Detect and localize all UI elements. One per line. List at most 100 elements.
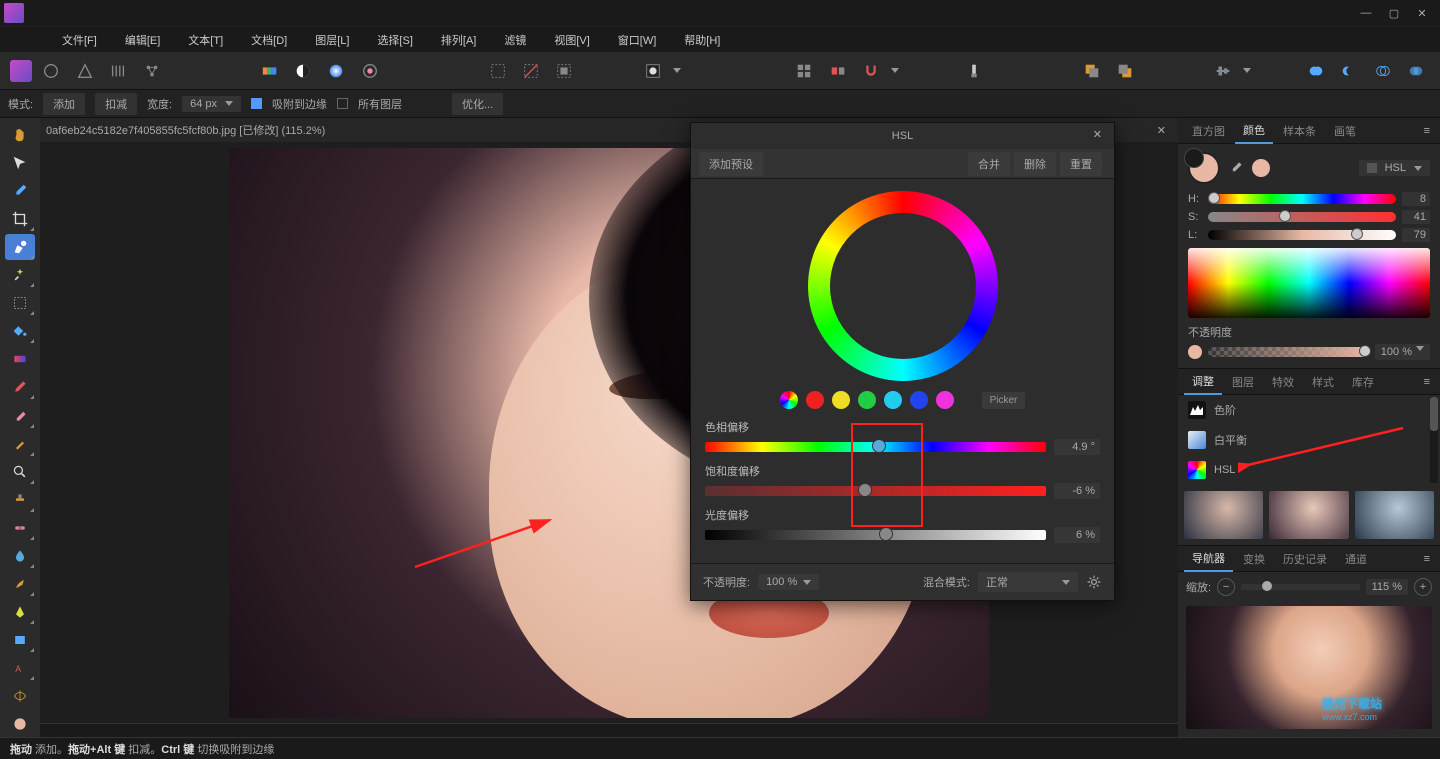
tab-样本条[interactable]: 样本条 [1275, 119, 1324, 143]
erase-tool[interactable] [5, 402, 35, 428]
blend-mode-dropdown[interactable]: 正常 [978, 572, 1078, 592]
lightness-slider[interactable]: L: 79 [1188, 228, 1430, 242]
add-preset-button[interactable]: 添加预设 [699, 152, 763, 176]
color-picker-tool[interactable] [5, 178, 35, 204]
smudge-tool[interactable] [5, 571, 35, 597]
invert-select-icon[interactable] [551, 57, 578, 85]
align-icon[interactable] [1210, 57, 1237, 85]
menu-窗口[interactable]: 窗口[W] [604, 28, 671, 52]
boolean-xor-icon[interactable] [1403, 57, 1430, 85]
zoom-out-button[interactable]: − [1217, 578, 1235, 596]
chip-all[interactable] [780, 391, 798, 409]
maximize-button[interactable]: ▢ [1380, 3, 1408, 23]
mode-sub-button[interactable]: 扣减 [95, 93, 137, 115]
menu-文档[interactable]: 文档[D] [237, 28, 301, 52]
all-layers-checkbox[interactable] [337, 98, 348, 109]
snap-icon[interactable] [858, 57, 885, 85]
dropdown-icon[interactable] [673, 68, 681, 73]
mode-add-button[interactable]: 添加 [43, 93, 85, 115]
horizontal-scrollbar[interactable] [40, 723, 1178, 737]
zoom-value[interactable]: 115 % [1366, 579, 1408, 595]
tab-样式[interactable]: 样式 [1304, 370, 1342, 394]
menu-文本[interactable]: 文本[T] [174, 28, 237, 52]
saturation-shift-slider[interactable] [705, 486, 1046, 496]
panel-menu-icon[interactable]: ≡ [1420, 125, 1434, 137]
flashlight-icon[interactable] [960, 57, 987, 85]
chip-blue[interactable] [910, 391, 928, 409]
home-icon[interactable] [10, 60, 32, 82]
document-tab[interactable]: 0af6eb24c5182e7f405855fc5fcf80b.jpg [已修改… [46, 122, 325, 138]
hue-shift-slider[interactable] [705, 442, 1046, 452]
adj-scrollbar[interactable] [1430, 397, 1438, 483]
marquee-select-icon[interactable] [484, 57, 511, 85]
quick-mask-icon[interactable] [639, 57, 666, 85]
menu-文件[interactable]: 文件[F] [48, 28, 111, 52]
tab-调整[interactable]: 调整 [1184, 369, 1222, 395]
tab-close-button[interactable]: ✕ [1151, 124, 1172, 137]
hue-slider[interactable]: H: 8 [1188, 192, 1430, 206]
dropdown-icon[interactable] [891, 68, 899, 73]
panel-menu-icon[interactable]: ≡ [1420, 553, 1434, 565]
delete-button[interactable]: 删除 [1014, 152, 1056, 176]
saturation-slider[interactable]: S: 41 [1188, 210, 1430, 224]
reset-button[interactable]: 重置 [1060, 152, 1102, 176]
swatch-tool[interactable] [5, 711, 35, 737]
adjustment-levels[interactable]: 色阶 [1178, 395, 1440, 425]
chip-yellow[interactable] [832, 391, 850, 409]
hue-shift-value[interactable]: 4.9 ° [1054, 439, 1100, 455]
soft-proof-icon[interactable] [356, 57, 383, 85]
mesh-tool[interactable] [5, 683, 35, 709]
persona-develop-icon[interactable] [71, 57, 98, 85]
picker-button[interactable]: Picker [982, 392, 1026, 409]
menu-滤镜[interactable]: 滤镜 [490, 28, 540, 52]
boolean-add-icon[interactable] [1302, 57, 1329, 85]
opacity-dropdown[interactable]: 100 % [758, 574, 819, 590]
tab-历史记录[interactable]: 历史记录 [1275, 547, 1335, 571]
rectangle-tool[interactable] [5, 627, 35, 653]
tab-特效[interactable]: 特效 [1264, 370, 1302, 394]
chip-cyan[interactable] [884, 391, 902, 409]
persona-export-icon[interactable] [138, 57, 165, 85]
color-wheel-icon[interactable] [323, 57, 350, 85]
snap-checkbox[interactable] [251, 98, 262, 109]
chip-magenta[interactable] [936, 391, 954, 409]
healing-tool[interactable] [5, 515, 35, 541]
arrange-back-icon[interactable] [1111, 57, 1138, 85]
tab-导航器[interactable]: 导航器 [1184, 546, 1233, 572]
menu-图层[interactable]: 图层[L] [301, 28, 363, 52]
menu-排列[interactable]: 排列[A] [427, 28, 490, 52]
crop-tool[interactable] [5, 206, 35, 232]
tab-画笔[interactable]: 画笔 [1326, 119, 1364, 143]
lightness-shift-value[interactable]: 6 % [1054, 527, 1100, 543]
tab-直方图[interactable]: 直方图 [1184, 119, 1233, 143]
persona-liquify-icon[interactable] [38, 57, 65, 85]
mixer-brush-tool[interactable] [5, 431, 35, 457]
hsl-wheel[interactable] [808, 191, 998, 381]
tab-图层[interactable]: 图层 [1224, 370, 1262, 394]
color-mode-dropdown[interactable]: HSL [1359, 160, 1430, 176]
tab-变换[interactable]: 变换 [1235, 547, 1273, 571]
paint-brush-tool[interactable] [5, 374, 35, 400]
chip-green[interactable] [858, 391, 876, 409]
foreground-swatch[interactable] [1188, 152, 1220, 184]
deselect-icon[interactable] [517, 57, 544, 85]
close-window-button[interactable]: ✕ [1408, 3, 1436, 23]
dialog-close-button[interactable]: ✕ [1087, 126, 1108, 143]
persona-tone-icon[interactable] [104, 57, 131, 85]
gradient-tool[interactable] [5, 346, 35, 372]
panel-menu-icon[interactable]: ≡ [1420, 376, 1434, 388]
minimize-button[interactable]: — [1352, 3, 1380, 23]
selection-brush-tool[interactable] [5, 234, 35, 260]
saturation-shift-value[interactable]: -6 % [1054, 483, 1100, 499]
marquee-tool[interactable] [5, 290, 35, 316]
preset-thumb[interactable] [1184, 491, 1263, 539]
menu-选择[interactable]: 选择[S] [363, 28, 426, 52]
hand-tool[interactable] [5, 122, 35, 148]
grid-icon[interactable] [791, 57, 818, 85]
menu-编辑[interactable]: 编辑[E] [111, 28, 174, 52]
dialog-titlebar[interactable]: HSL ✕ [691, 123, 1114, 149]
text-tool[interactable]: A [5, 655, 35, 681]
boolean-sub-icon[interactable] [1336, 57, 1363, 85]
arrange-front-icon[interactable] [1078, 57, 1105, 85]
menu-视图[interactable]: 视图[V] [540, 28, 603, 52]
